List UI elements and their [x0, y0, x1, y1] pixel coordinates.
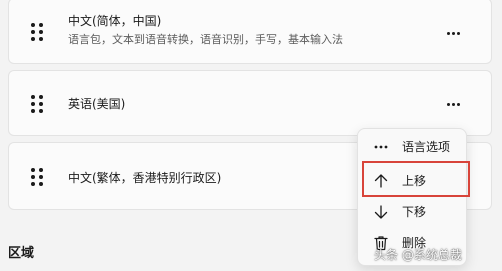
language-title: 英语(美国)	[68, 97, 126, 111]
language-card-en-us: 英语(美国)	[8, 70, 492, 136]
more-options-button[interactable]	[445, 96, 461, 112]
arrow-down-icon	[374, 205, 388, 219]
watermark-text: 头条 @系统总裁	[374, 248, 462, 262]
menu-item-language-options[interactable]: 语言选项	[362, 132, 462, 162]
menu-item-label: 下移	[402, 205, 427, 219]
menu-item-move-down[interactable]: 下移	[362, 197, 462, 227]
menu-item-label: 语言选项	[402, 140, 451, 154]
arrow-up-icon	[374, 174, 388, 188]
language-title: 中文(繁体，香港特别行政区)	[68, 171, 222, 185]
language-features: 语言包，文本到语音转换，语音识别，手写，基本输入法	[68, 33, 343, 46]
menu-item-move-up[interactable]: 上移	[362, 166, 462, 196]
more-options-button[interactable]	[445, 25, 461, 41]
drag-handle-icon[interactable]	[31, 95, 45, 115]
region-section-title: 区域	[8, 246, 35, 261]
menu-item-label: 上移	[402, 174, 427, 188]
drag-handle-icon[interactable]	[31, 23, 45, 43]
drag-handle-icon[interactable]	[31, 168, 45, 188]
language-card-zh-cn: 中文(简体，中国) 语言包，文本到语音转换，语音识别，手写，基本输入法	[8, 0, 492, 64]
language-context-menu: 语言选项 上移 下移 删除	[357, 128, 467, 266]
language-title: 中文(简体，中国)	[68, 14, 162, 28]
more-horizontal-icon	[374, 145, 388, 149]
